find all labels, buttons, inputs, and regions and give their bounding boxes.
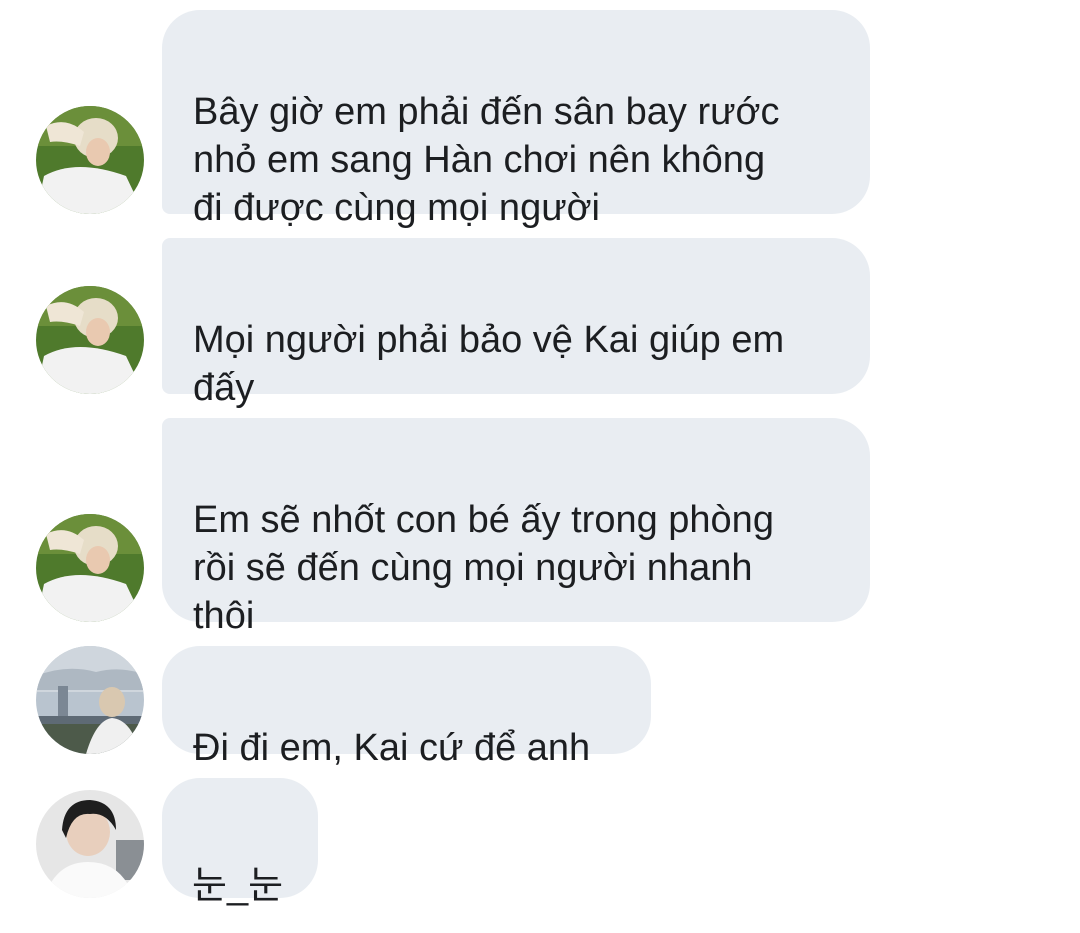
message-text: 눈_눈: [192, 865, 284, 907]
message-bubble[interactable]: Em sẽ nhốt con bé ấy trong phòng rồi sẽ …: [162, 418, 870, 637]
avatar[interactable]: [36, 514, 144, 622]
avatar-blond-man-image: [36, 286, 144, 394]
message-text: Em sẽ nhốt con bé ấy trong phòng rồi sẽ …: [193, 499, 774, 637]
avatar[interactable]: [36, 790, 144, 898]
message-text: Mọi người phải bảo vệ Kai giúp em đấy: [193, 319, 785, 409]
chat-thread: Bây giờ em phải đến sân bay rước nhỏ em …: [0, 0, 1080, 933]
message-bubble[interactable]: Bây giờ em phải đến sân bay rước nhỏ em …: [162, 10, 870, 229]
avatar[interactable]: [36, 106, 144, 214]
avatar[interactable]: [36, 646, 144, 754]
message-bubble[interactable]: 눈_눈: [162, 778, 318, 907]
message-bubble[interactable]: Đi đi em, Kai cứ để anh: [162, 646, 651, 769]
message-text: Đi đi em, Kai cứ để anh: [193, 727, 591, 769]
avatar[interactable]: [36, 286, 144, 394]
avatar-dark-hair-man-image: [36, 790, 144, 898]
message-text: Bây giờ em phải đến sân bay rước nhỏ em …: [193, 91, 780, 229]
avatar-city-bridge-image: [36, 646, 144, 754]
avatar-blond-man-image: [36, 106, 144, 214]
avatar-blond-man-image: [36, 514, 144, 622]
message-bubble[interactable]: Mọi người phải bảo vệ Kai giúp em đấy: [162, 238, 870, 409]
